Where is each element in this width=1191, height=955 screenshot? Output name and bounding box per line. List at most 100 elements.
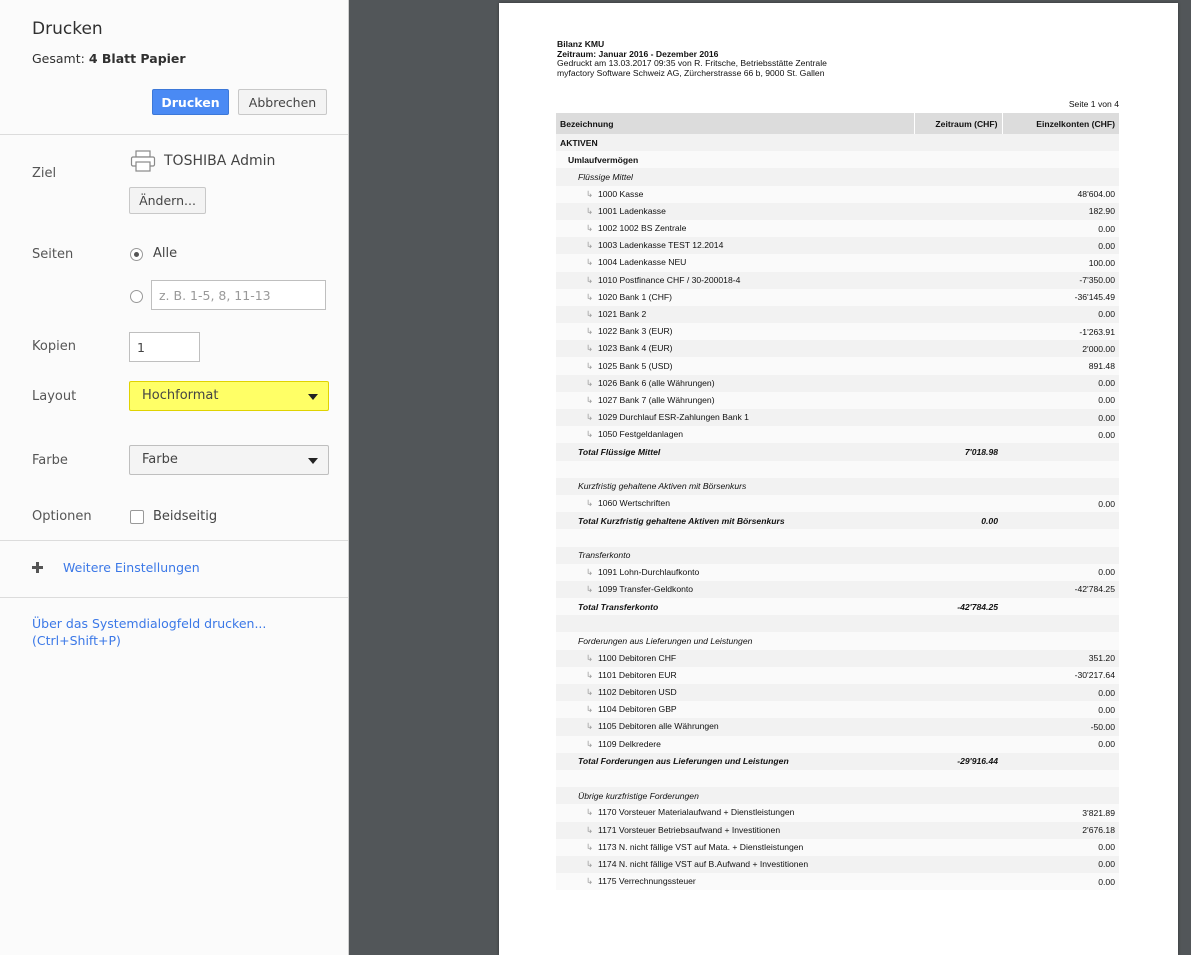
account-value: -30'217.64 xyxy=(1002,666,1119,684)
more-settings-link[interactable]: Weitere Einstellungen xyxy=(63,559,200,576)
account-value xyxy=(1002,512,1119,530)
account-value: -36'145.49 xyxy=(1002,288,1119,306)
period-value xyxy=(914,649,1002,667)
row-label-cell: ↳ 1050 Festgeldanlagen xyxy=(556,426,914,444)
account-value xyxy=(1002,615,1119,633)
sheet-summary: Gesamt: 4 Blatt Papier xyxy=(32,51,186,66)
period-value xyxy=(914,873,1002,891)
child-arrow-icon: ↳ xyxy=(586,687,594,698)
divider xyxy=(0,597,348,598)
copies-input[interactable] xyxy=(129,332,200,362)
child-arrow-icon: ↳ xyxy=(586,498,594,509)
account-value: 48'604.00 xyxy=(1002,185,1119,203)
account-value: 0.00 xyxy=(1002,391,1119,409)
table-row: Umlaufvermögen xyxy=(556,151,1119,169)
pages-all-radio[interactable] xyxy=(130,248,143,261)
row-label: 1050 Festgeldanlagen xyxy=(598,429,684,440)
child-arrow-icon: ↳ xyxy=(586,188,594,199)
table-body: AKTIVEN Umlaufvermögen Flüssige Mittel ↳ 100… xyxy=(556,134,1119,891)
account-value: 351.20 xyxy=(1002,649,1119,667)
table-row xyxy=(556,615,1119,633)
pages-range-radio[interactable] xyxy=(130,290,143,303)
account-value: 0.00 xyxy=(1002,735,1119,753)
table-row: AKTIVEN xyxy=(556,134,1119,152)
account-value xyxy=(1002,769,1119,788)
account-value xyxy=(1002,529,1119,547)
period-value xyxy=(914,134,1002,152)
row-label: 1001 Ladenkasse xyxy=(598,205,666,216)
row-label: 1104 Debitoren GBP xyxy=(598,704,677,715)
table-row: ↳ 1026 Bank 6 (alle Währungen) 0.00 xyxy=(556,374,1119,392)
duplex-label: Beidseitig xyxy=(153,509,218,524)
row-label-cell: ↳ 1026 Bank 6 (alle Währungen) xyxy=(556,374,914,392)
system-dialog-link[interactable]: Über das Systemdialogfeld drucken... xyxy=(32,615,266,632)
period-value xyxy=(914,718,1002,736)
cancel-button[interactable]: Abbrechen xyxy=(238,89,327,115)
row-label: 1175 Verrechnungssteuer xyxy=(598,876,696,887)
divider xyxy=(0,540,348,541)
plus-icon[interactable] xyxy=(32,562,43,573)
color-value: Farbe xyxy=(142,452,178,467)
table-row: ↳ 1105 Debitoren alle Währungen -50.00 xyxy=(556,718,1119,736)
row-label-cell: ↳ 1001 Ladenkasse xyxy=(556,202,914,220)
print-button[interactable]: Drucken xyxy=(152,89,229,115)
period-value xyxy=(914,219,1002,238)
child-arrow-icon: ↳ xyxy=(586,652,594,663)
period-value xyxy=(914,855,1002,874)
row-label-cell: ↳ 1027 Bank 7 (alle Währungen) xyxy=(556,391,914,409)
page-range-input[interactable] xyxy=(151,280,326,310)
table-row xyxy=(556,769,1119,788)
layout-select[interactable]: Hochformat xyxy=(129,381,329,411)
child-arrow-icon: ↳ xyxy=(586,841,594,852)
account-value xyxy=(1002,546,1119,564)
print-settings-panel: Drucken Gesamt: 4 Blatt Papier Drucken A… xyxy=(0,0,349,955)
row-label: 1025 Bank 5 (USD) xyxy=(598,360,673,371)
table-row: ↳ 1109 Delkredere 0.00 xyxy=(556,735,1119,753)
row-label: 1100 Debitoren CHF xyxy=(598,652,677,663)
row-label: 1102 Debitoren USD xyxy=(598,687,677,698)
period-value xyxy=(914,185,1002,203)
child-arrow-icon: ↳ xyxy=(586,807,594,818)
color-select[interactable]: Farbe xyxy=(129,445,329,475)
table-row: ↳ 1060 Wertschriften 0.00 xyxy=(556,494,1119,513)
column-header: Bezeichnung xyxy=(556,113,914,134)
table-row: ↳ 1029 Durchlauf ESR-Zahlungen Bank 1 0.00 xyxy=(556,409,1119,427)
period-value xyxy=(914,237,1002,255)
copies-label: Kopien xyxy=(32,339,76,354)
row-label-cell: ↳ 1109 Delkredere xyxy=(556,735,914,753)
period-value xyxy=(914,357,1002,375)
row-label-cell: Total Transferkonto xyxy=(556,598,914,616)
account-value: -50.00 xyxy=(1002,718,1119,736)
system-dialog-shortcut[interactable]: (Ctrl+Shift+P) xyxy=(32,632,121,649)
child-arrow-icon: ↳ xyxy=(586,583,594,594)
period-value xyxy=(914,254,1002,272)
period-value xyxy=(914,666,1002,684)
account-value: 0.00 xyxy=(1002,219,1119,238)
child-arrow-icon: ↳ xyxy=(586,669,594,680)
table-row: Transferkonto xyxy=(556,546,1119,564)
period-value xyxy=(914,804,1002,822)
row-label-cell xyxy=(556,529,914,547)
period-value xyxy=(914,769,1002,788)
period-value xyxy=(914,271,1002,289)
account-value xyxy=(1002,151,1119,169)
account-value: 891.48 xyxy=(1002,357,1119,375)
table-row xyxy=(556,529,1119,547)
row-label: 1029 Durchlauf ESR-Zahlungen Bank 1 xyxy=(598,412,749,423)
account-value: 3'821.89 xyxy=(1002,804,1119,822)
table-row: ↳ 1175 Verrechnungssteuer 0.00 xyxy=(556,873,1119,891)
child-arrow-icon: ↳ xyxy=(586,240,594,251)
change-destination-button[interactable]: Ändern... xyxy=(129,187,206,214)
period-value xyxy=(914,168,1002,186)
table-row: ↳ 1171 Vorsteuer Betriebsaufwand + Invest… xyxy=(556,821,1119,839)
table-row: ↳ 1021 Bank 2 0.00 xyxy=(556,305,1119,324)
summary-value: 4 Blatt Papier xyxy=(88,51,186,66)
layout-value: Hochformat xyxy=(142,388,219,403)
child-arrow-icon: ↳ xyxy=(586,738,594,749)
row-label: 1002 1002 BS Zentrale xyxy=(598,223,687,234)
row-label: Kurzfristig gehaltene Aktiven mit Börsen… xyxy=(578,481,747,492)
child-arrow-icon: ↳ xyxy=(586,429,594,440)
row-label-cell: ↳ 1004 Ladenkasse NEU xyxy=(556,254,914,272)
duplex-checkbox[interactable] xyxy=(130,510,144,524)
row-label-cell: ↳ 1022 Bank 3 (EUR) xyxy=(556,323,914,341)
